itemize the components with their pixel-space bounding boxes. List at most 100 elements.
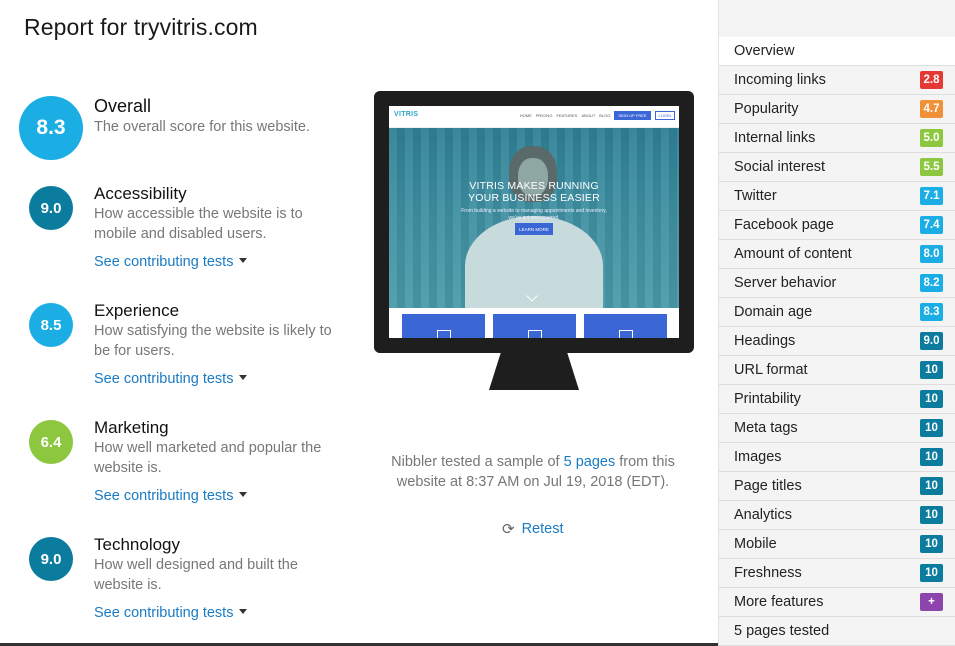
preview-signup-button: SIGN UP FREE — [614, 111, 651, 120]
score-badge: 10 — [920, 361, 943, 379]
monitor-stand — [501, 352, 567, 390]
sidebar-item-label: Server behavior — [734, 275, 837, 291]
sidebar-item-headings[interactable]: Headings 9.0 — [719, 327, 955, 356]
category-name: Overall — [94, 96, 152, 116]
sidebar-item-label: Incoming links — [734, 72, 826, 88]
preview-hero: VITRIS MAKES RUNNING YOUR BUSINESS EASIE… — [389, 128, 679, 308]
sidebar-item-5-pages-tested[interactable]: 5 pages tested — [719, 617, 955, 646]
score-badge: 7.1 — [920, 187, 943, 205]
sidebar-item-url-format[interactable]: URL format 10 — [719, 356, 955, 385]
preview-feature-tiles — [402, 314, 667, 338]
sidebar-item-label: Twitter — [734, 188, 777, 204]
sidebar-item-label: Mobile — [734, 536, 777, 552]
preview-nav-link: ABOUT — [581, 113, 596, 118]
sidebar-item-label: Amount of content — [734, 246, 852, 262]
retest-label: Retest — [521, 521, 564, 537]
monitor-stand-right — [567, 352, 579, 390]
sidebar-item-twitter[interactable]: Twitter 7.1 — [719, 182, 955, 211]
see-contributing-tests-link[interactable]: See contributing tests — [94, 488, 248, 504]
sidebar-item-freshness[interactable]: Freshness 10 — [719, 559, 955, 588]
caret-down-icon — [239, 491, 248, 497]
sidebar-item-label: URL format — [734, 362, 808, 378]
category-name: Experience — [94, 301, 180, 320]
sidebar-item-server-behavior[interactable]: Server behavior 8.2 — [719, 269, 955, 298]
sidebar-item-label: Popularity — [734, 101, 799, 117]
sidebar-item-incoming-links[interactable]: Incoming links 2.8 — [719, 66, 955, 95]
score-badge: 4.7 — [920, 100, 943, 118]
link-label: See contributing tests — [94, 254, 234, 270]
sidebar-item-printability[interactable]: Printability 10 — [719, 385, 955, 414]
sidebar-item-label: Page titles — [734, 478, 802, 494]
preview-site-nav: VITRIS HOME PRICING FEATURES ABOUT BLOG … — [389, 106, 679, 128]
preview-nav-links: HOME PRICING FEATURES ABOUT BLOG SIGN UP… — [520, 111, 675, 120]
see-contributing-tests-link[interactable]: See contributing tests — [94, 254, 248, 270]
sidebar-item-social-interest[interactable]: Social interest 5.5 — [719, 153, 955, 182]
category-marketing: 6.4 Marketing How well marketed and popu… — [0, 418, 350, 514]
sidebar-item-analytics[interactable]: Analytics 10 — [719, 501, 955, 530]
preview-nav-link: BLOG — [599, 113, 611, 118]
page-title: Report for tryvitris.com — [24, 14, 258, 40]
category-overall: 8.3 Overall The overall score for this w… — [0, 96, 350, 166]
sidebar-item-label: Social interest — [734, 159, 826, 175]
score-badge: 10 — [920, 477, 943, 495]
sidebar-item-label: Analytics — [734, 507, 793, 523]
score-badge: 9.0 — [920, 332, 943, 350]
see-contributing-tests-link[interactable]: See contributing tests — [94, 605, 248, 621]
preview-tile — [584, 314, 667, 338]
score-badge: 5.5 — [920, 158, 943, 176]
preview-nav-link: PRICING — [535, 113, 553, 118]
score-circle-experience: 8.5 — [29, 303, 73, 347]
sidebar-item-internal-links[interactable]: Internal links 5.0 — [719, 124, 955, 153]
category-description: The overall score for this website. — [94, 119, 310, 135]
see-contributing-tests-link[interactable]: See contributing tests — [94, 371, 248, 387]
sidebar-item-label: Images — [734, 449, 782, 465]
link-label: See contributing tests — [94, 371, 234, 387]
category-description: How accessible the website is to mobile … — [94, 206, 303, 242]
retest-button[interactable]: ⟳ Retest — [502, 521, 564, 537]
sidebar-item-more-features[interactable]: More features + — [719, 588, 955, 617]
pages-tested-link[interactable]: 5 pages — [564, 454, 616, 470]
sidebar-item-label: Freshness — [734, 565, 802, 581]
sidebar-item-domain-age[interactable]: Domain age 8.3 — [719, 298, 955, 327]
sidebar-item-mobile[interactable]: Mobile 10 — [719, 530, 955, 559]
score-badge: 10 — [920, 506, 943, 524]
category-name: Accessibility — [94, 184, 187, 203]
score-badge: 7.4 — [920, 216, 943, 234]
score-circle-overall: 8.3 — [19, 96, 83, 160]
score-badge: 8.0 — [920, 245, 943, 263]
sidebar-item-label: 5 pages tested — [734, 623, 830, 639]
category-name: Marketing — [94, 418, 169, 437]
score-badge: 2.8 — [920, 71, 943, 89]
sidebar-item-overview[interactable]: Overview — [719, 37, 955, 66]
category-experience: 8.5 Experience How satisfying the websit… — [0, 301, 350, 397]
sidebar-item-page-titles[interactable]: Page titles 10 — [719, 472, 955, 501]
sidebar-item-label: Meta tags — [734, 420, 798, 436]
score-circle-marketing: 6.4 — [29, 420, 73, 464]
caret-down-icon — [239, 608, 248, 614]
sidebar-item-amount-of-content[interactable]: Amount of content 8.0 — [719, 240, 955, 269]
sidebar-item-label: Facebook page — [734, 217, 834, 233]
sidebar-item-label: Headings — [734, 333, 796, 349]
website-screenshot: VITRIS HOME PRICING FEATURES ABOUT BLOG … — [389, 106, 679, 338]
sidebar-item-facebook-page[interactable]: Facebook page 7.4 — [719, 211, 955, 240]
sidebar-item-popularity[interactable]: Popularity 4.7 — [719, 95, 955, 124]
score-badge: 10 — [920, 419, 943, 437]
sidebar-item-label: Overview — [734, 43, 795, 59]
sidebar-list: Overview Incoming links 2.8 Popularity 4.7 In… — [719, 37, 955, 646]
caret-down-icon — [239, 374, 248, 380]
sidebar-item-meta-tags[interactable]: Meta tags 10 — [719, 414, 955, 443]
score-badge: 8.2 — [920, 274, 943, 292]
score-badge: + — [920, 593, 943, 611]
score-badge: 10 — [920, 448, 943, 466]
sidebar-item-label: Printability — [734, 391, 801, 407]
preview-tile — [402, 314, 485, 338]
category-technology: 9.0 Technology How well designed and bui… — [0, 535, 350, 631]
refresh-icon: ⟳ — [502, 520, 515, 538]
score-badge: 10 — [920, 564, 943, 582]
preview-tile — [493, 314, 576, 338]
sidebar: Overview Incoming links 2.8 Popularity 4.7 In… — [718, 0, 955, 646]
score-circle-accessibility: 9.0 — [29, 186, 73, 230]
link-label: See contributing tests — [94, 488, 234, 504]
sidebar-item-images[interactable]: Images 10 — [719, 443, 955, 472]
website-preview-monitor: VITRIS HOME PRICING FEATURES ABOUT BLOG … — [374, 91, 694, 353]
